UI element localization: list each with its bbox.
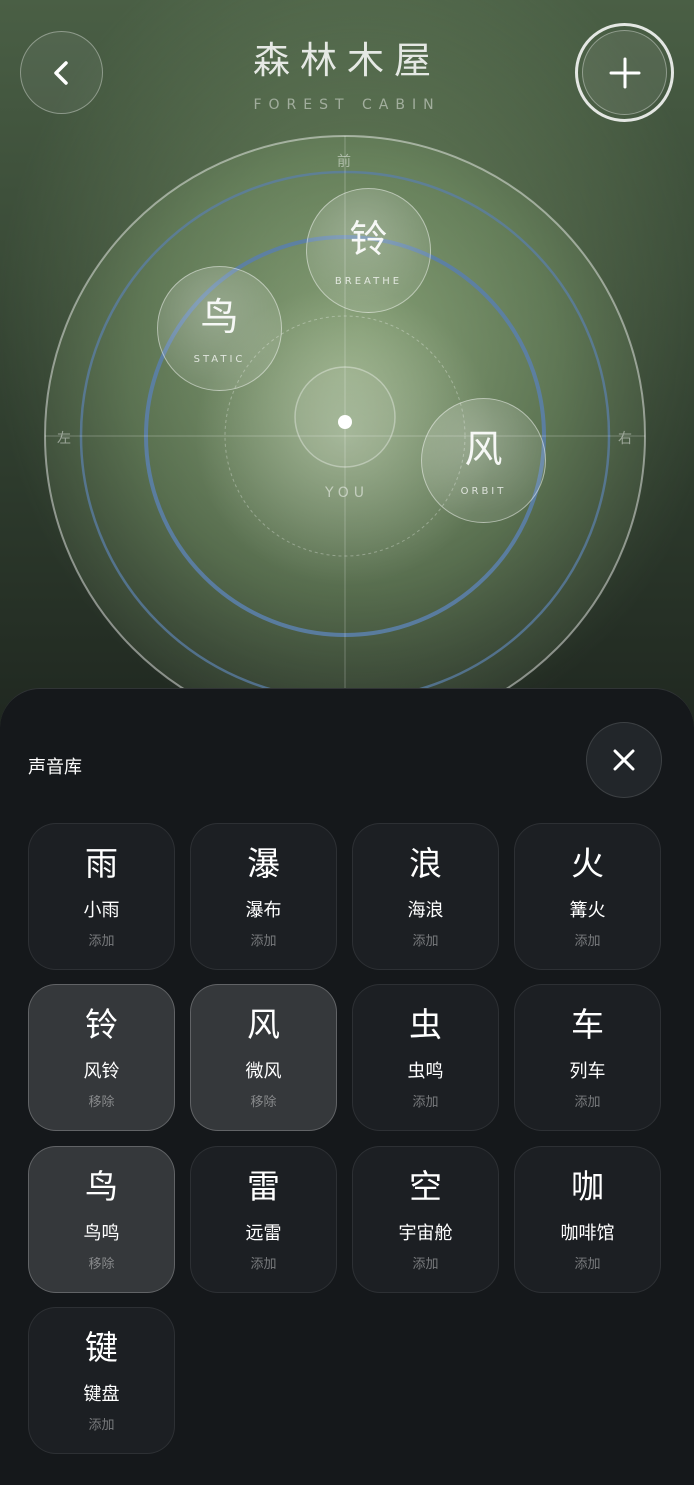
source-glyph: 鸟 (200, 295, 239, 339)
add-action[interactable]: 添加 (574, 1091, 600, 1110)
add-action[interactable]: 添加 (88, 1414, 114, 1433)
source-mode: STATIC (193, 354, 246, 365)
sound-tile[interactable]: 雷远雷 添加 (190, 1146, 337, 1293)
sound-library-sheet: 声音库 雨小雨 添加瀑瀑布 添加浪海浪 添加火篝火 添加铃风铃 移除风微风 移除虫虫鸣 添加车… (0, 688, 694, 1485)
tile-glyph: 风 (247, 1005, 280, 1044)
tile-glyph: 车 (571, 1005, 604, 1044)
sound-tile[interactable]: 浪海浪 添加 (352, 823, 499, 970)
tile-glyph: 瀑 (247, 844, 280, 883)
tile-name: 咖啡馆 (560, 1223, 615, 1245)
sound-source-bird[interactable]: 鸟 STATIC (157, 266, 282, 391)
add-action[interactable]: 添加 (412, 1253, 438, 1272)
tile-glyph: 雨 (85, 844, 118, 883)
sound-tile[interactable]: 雨小雨 添加 (28, 823, 175, 970)
tile-name: 宇宙舱 (398, 1223, 453, 1245)
sound-tile[interactable]: 铃风铃 移除 (28, 984, 175, 1131)
remove-action[interactable]: 移除 (250, 1091, 276, 1110)
tile-name: 远雷 (245, 1223, 282, 1245)
tile-glyph: 咖 (571, 1167, 604, 1206)
tile-glyph: 虫 (409, 1005, 442, 1044)
right-label: 右 (618, 431, 632, 447)
front-label: 前 (337, 154, 351, 170)
add-action[interactable]: 添加 (574, 930, 600, 949)
tile-name: 鸟鸣 (83, 1223, 120, 1245)
left-label: 左 (57, 431, 71, 447)
source-glyph: 风 (464, 427, 503, 471)
tile-glyph: 铃 (85, 1005, 118, 1044)
source-glyph: 铃 (349, 217, 388, 261)
tile-name: 小雨 (83, 900, 120, 922)
add-action[interactable]: 添加 (250, 930, 276, 949)
tile-name: 海浪 (407, 900, 444, 922)
tile-name: 风铃 (83, 1061, 120, 1083)
add-action[interactable]: 添加 (412, 1091, 438, 1110)
tile-name: 瀑布 (245, 900, 282, 922)
tile-name: 键盘 (83, 1384, 120, 1406)
add-sound-button[interactable] (575, 23, 674, 122)
tile-name: 虫鸣 (407, 1061, 444, 1083)
tile-glyph: 键 (85, 1328, 118, 1367)
sound-tile[interactable]: 空宇宙舱 添加 (352, 1146, 499, 1293)
sound-tile[interactable]: 风微风 移除 (190, 984, 337, 1131)
add-action[interactable]: 添加 (412, 930, 438, 949)
tile-name: 列车 (569, 1061, 606, 1083)
sound-tile[interactable]: 键键盘 添加 (28, 1307, 175, 1454)
remove-action[interactable]: 移除 (88, 1253, 114, 1272)
library-title: 声音库 (28, 757, 82, 778)
sound-tile[interactable]: 火篝火 添加 (514, 823, 661, 970)
tile-glyph: 浪 (409, 844, 442, 883)
sound-tile[interactable]: 瀑瀑布 添加 (190, 823, 337, 970)
tile-glyph: 空 (409, 1167, 442, 1206)
tile-name: 篝火 (569, 900, 606, 922)
source-mode: ORBIT (460, 486, 507, 497)
remove-action[interactable]: 移除 (88, 1091, 114, 1110)
add-action[interactable]: 添加 (574, 1253, 600, 1272)
sound-tile[interactable]: 咖咖啡馆 添加 (514, 1146, 661, 1293)
source-mode: BREATHE (334, 276, 403, 287)
close-icon (613, 749, 635, 771)
tile-glyph: 鸟 (85, 1167, 118, 1206)
sound-tile[interactable]: 鸟鸟鸣 移除 (28, 1146, 175, 1293)
add-action[interactable]: 添加 (88, 930, 114, 949)
sound-source-chime[interactable]: 铃 BREATHE (306, 188, 431, 313)
plus-icon (609, 57, 640, 88)
sound-tile[interactable]: 虫虫鸣 添加 (352, 984, 499, 1131)
sound-tile[interactable]: 车列车 添加 (514, 984, 661, 1131)
sound-source-wind[interactable]: 风 ORBIT (421, 398, 546, 523)
listener-dot (338, 415, 352, 429)
tile-name: 微风 (245, 1061, 282, 1083)
tile-glyph: 雷 (247, 1167, 280, 1206)
add-button-inner (582, 30, 667, 115)
close-button[interactable] (586, 722, 662, 798)
listener-label: YOU (324, 485, 370, 501)
add-action[interactable]: 添加 (250, 1253, 276, 1272)
tile-glyph: 火 (571, 844, 604, 883)
